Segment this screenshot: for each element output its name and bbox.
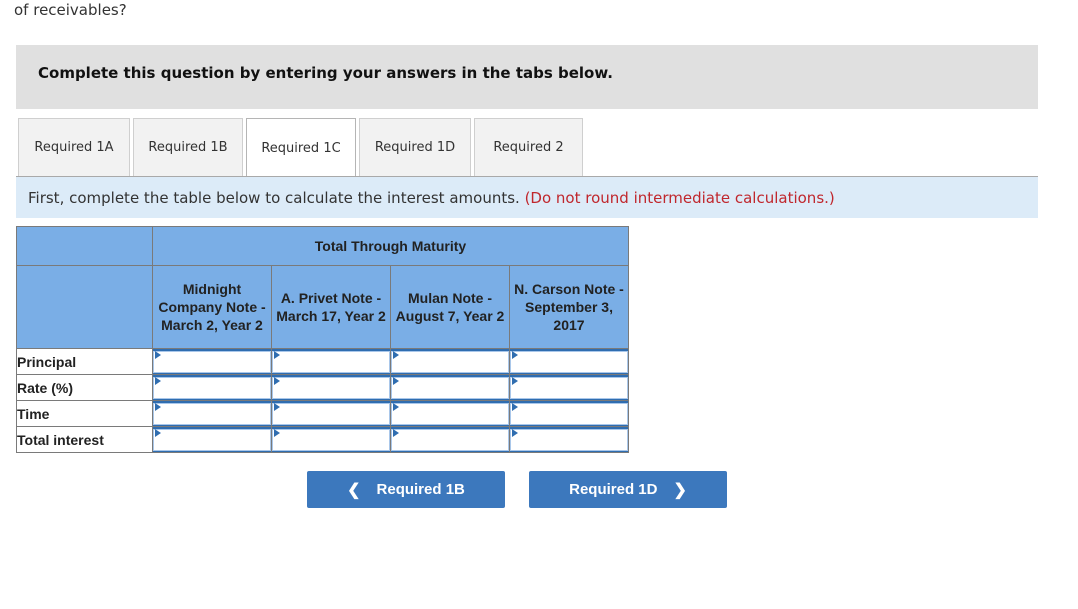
row-label: Total interest	[16, 426, 153, 453]
instructions-text: Complete this question by entering your …	[38, 64, 613, 82]
input-marker-icon	[512, 429, 518, 437]
input-marker-icon	[512, 377, 518, 385]
prompt-panel: First, complete the table below to calcu…	[16, 176, 1038, 218]
chevron-right-icon: ❯	[673, 481, 687, 499]
input-marker-icon	[155, 429, 161, 437]
row-label: Principal	[16, 348, 153, 375]
prompt-line: First, complete the table below to calcu…	[28, 189, 835, 207]
column-header: Midnight Company Note - March 2, Year 2	[152, 265, 272, 349]
rate-input[interactable]	[510, 376, 628, 399]
corner-header	[16, 226, 153, 266]
previous-button[interactable]: ❮ Required 1B	[307, 471, 505, 508]
time-input[interactable]	[510, 402, 628, 425]
total-interest-input[interactable]	[391, 428, 509, 451]
input-marker-icon	[393, 351, 399, 359]
table-row-time: Time	[16, 400, 629, 427]
chevron-left-icon: ❮	[347, 481, 361, 499]
rate-input[interactable]	[391, 376, 509, 399]
interest-table: Total Through Maturity Midnight Company …	[16, 226, 629, 453]
previous-button-label: Required 1B	[376, 481, 465, 498]
tab-required-1a[interactable]: Required 1A	[18, 118, 130, 176]
prompt-text: First, complete the table below to calcu…	[28, 189, 520, 207]
next-button[interactable]: Required 1D ❯	[529, 471, 727, 508]
principal-input[interactable]	[391, 350, 509, 373]
total-interest-input[interactable]	[272, 428, 390, 451]
input-marker-icon	[274, 403, 280, 411]
principal-input[interactable]	[153, 350, 271, 373]
input-marker-icon	[274, 377, 280, 385]
column-header: Mulan Note - August 7, Year 2	[390, 265, 510, 349]
row-label: Rate (%)	[16, 374, 153, 401]
tab-required-2[interactable]: Required 2	[474, 118, 583, 176]
rate-input[interactable]	[272, 376, 390, 399]
tab-required-1c[interactable]: Required 1C	[246, 118, 356, 178]
table-row-total-interest: Total interest	[16, 426, 629, 453]
corner-header-sub	[16, 265, 153, 349]
input-marker-icon	[512, 403, 518, 411]
input-marker-icon	[393, 377, 399, 385]
input-marker-icon	[393, 429, 399, 437]
input-marker-icon	[155, 377, 161, 385]
instructions-banner: Complete this question by entering your …	[16, 45, 1038, 109]
column-header: N. Carson Note - September 3, 2017	[509, 265, 629, 349]
tab-required-1b[interactable]: Required 1B	[133, 118, 243, 176]
tab-bar: Required 1A Required 1B Required 1C Requ…	[18, 118, 586, 178]
prompt-note: (Do not round intermediate calculations.…	[524, 189, 835, 207]
time-input[interactable]	[391, 402, 509, 425]
tab-required-1d[interactable]: Required 1D	[359, 118, 471, 176]
total-interest-input[interactable]	[510, 428, 628, 451]
input-marker-icon	[274, 351, 280, 359]
principal-input[interactable]	[272, 350, 390, 373]
principal-input[interactable]	[510, 350, 628, 373]
input-marker-icon	[274, 429, 280, 437]
rate-input[interactable]	[153, 376, 271, 399]
input-marker-icon	[155, 403, 161, 411]
input-marker-icon	[155, 351, 161, 359]
time-input[interactable]	[272, 402, 390, 425]
question-text: of receivables?	[14, 1, 127, 19]
input-marker-icon	[512, 351, 518, 359]
table-row-rate: Rate (%)	[16, 374, 629, 401]
group-header: Total Through Maturity	[152, 226, 629, 266]
row-label: Time	[16, 400, 153, 427]
column-header: A. Privet Note - March 17, Year 2	[271, 265, 391, 349]
time-input[interactable]	[153, 402, 271, 425]
total-interest-input[interactable]	[153, 428, 271, 451]
input-marker-icon	[393, 403, 399, 411]
next-button-label: Required 1D	[569, 481, 658, 498]
table-row-principal: Principal	[16, 348, 629, 375]
